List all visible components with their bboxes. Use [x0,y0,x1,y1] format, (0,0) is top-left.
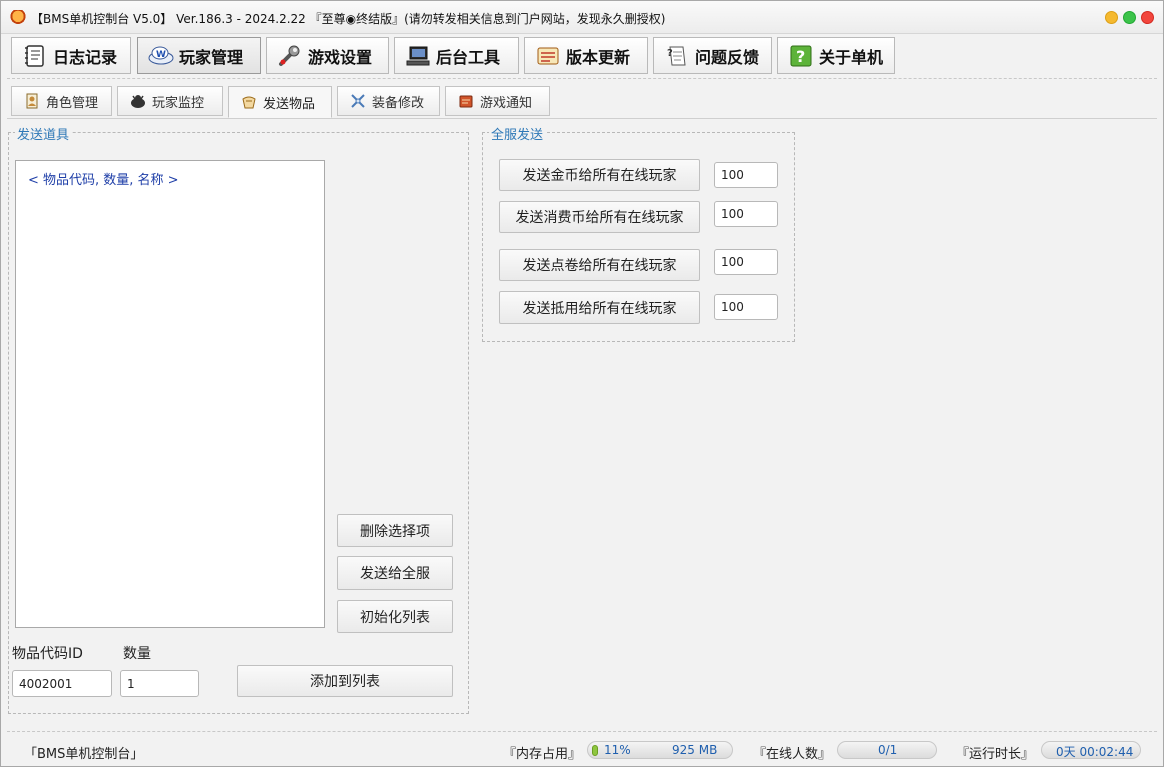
monitor-icon [131,95,145,108]
quantity-input[interactable] [120,670,199,697]
character-icon [26,93,38,109]
tab-player-management[interactable]: W 玩家管理 [137,37,261,74]
tab-backend-tools-label: 后台工具 [436,47,501,67]
subtab-player-monitor[interactable]: 玩家监控 [117,86,223,116]
online-count: 0/1 [878,743,898,757]
memory-gauge-icon [592,745,598,756]
svg-text:W: W [156,50,166,60]
send-to-server-button[interactable]: 发送给全服 [337,556,453,590]
svg-text:?: ? [667,48,673,59]
item-id-input[interactable] [12,670,112,697]
send-voucher-button[interactable]: 发送抵用给所有在线玩家 [499,291,700,324]
wrench-icon [279,45,300,66]
tab-version-update[interactable]: 版本更新 [524,37,648,74]
update-icon [537,47,559,64]
equipment-icon [351,94,365,108]
points-amount-input[interactable] [714,249,778,275]
tab-log[interactable]: 日志记录 [11,37,131,74]
subtab-player-monitor-label: 玩家监控 [152,95,205,111]
tab-game-settings-label: 游戏设置 [308,47,373,67]
minimize-button[interactable] [1105,11,1118,24]
send-gold-button[interactable]: 发送金币给所有在线玩家 [499,159,700,191]
subtab-character-management-label: 角色管理 [46,95,99,111]
svg-text:?: ? [796,47,805,66]
window-title: 【BMS单机控制台 V5.0】 Ver.186.3 - 2024.2.22 『至… [31,12,666,26]
feedback-icon: ? [667,46,686,65]
memory-label: 『内存占用』 [503,747,582,762]
gift-icon [242,96,256,109]
tab-about[interactable]: ? 关于单机 [777,37,895,74]
memory-usage-pill: 11% 925 MB [587,741,733,759]
quantity-label: 数量 [123,646,151,662]
tab-player-management-label: 玩家管理 [179,47,244,67]
main-tab-divider [7,78,1157,79]
subtab-character-management[interactable]: 角色管理 [11,86,112,116]
list-item[interactable]: < 物品代码, 数量, 名称 > [28,169,179,188]
title-bar: 【BMS单机控制台 V5.0】 Ver.186.3 - 2024.2.22 『至… [1,1,1163,34]
item-id-label: 物品代码ID [12,646,83,662]
subtab-send-items[interactable]: 发送物品 [228,86,332,118]
runtime-label: 『运行时长』 [956,747,1035,762]
subtab-game-notice[interactable]: 游戏通知 [445,86,550,116]
online-count-pill: 0/1 [837,741,937,759]
app-logo-icon [10,10,26,26]
runtime-value: 0天 00:02:44 [1056,745,1134,759]
notebook-icon [25,44,44,67]
memory-size: 925 MB [672,743,718,757]
tab-feedback-label: 问题反馈 [695,47,760,67]
memory-percent: 11% [604,743,631,757]
send-items-group-title: 发送道具 [15,124,72,143]
tab-version-update-label: 版本更新 [566,47,631,67]
status-app-name: 「BMS单机控制台」 [24,747,144,762]
consume-coin-amount-input[interactable] [714,201,778,227]
gold-amount-input[interactable] [714,162,778,188]
subtab-equipment-modify[interactable]: 装备修改 [337,86,440,116]
tab-feedback[interactable]: ? 问题反馈 [653,37,772,74]
subtab-send-items-label: 发送物品 [263,96,316,112]
subtab-equipment-modify-label: 装备修改 [372,95,425,111]
send-points-button[interactable]: 发送点卷给所有在线玩家 [499,249,700,281]
app-window: 【BMS单机控制台 V5.0】 Ver.186.3 - 2024.2.22 『至… [0,0,1164,767]
send-consume-coin-button[interactable]: 发送消费币给所有在线玩家 [499,201,700,233]
tab-game-settings[interactable]: 游戏设置 [266,37,389,74]
sub-tab-divider [7,118,1157,119]
help-icon: ? [790,45,812,66]
computer-icon [406,46,430,65]
online-label: 『在线人数』 [753,747,832,762]
init-list-button[interactable]: 初始化列表 [337,600,453,633]
notice-icon [459,95,473,108]
tab-log-label: 日志记录 [53,47,118,67]
maximize-button[interactable] [1123,11,1136,24]
player-icon: W [148,46,174,64]
tab-about-label: 关于单机 [819,47,884,67]
runtime-pill: 0天 00:02:44 [1041,741,1141,759]
add-to-list-button[interactable]: 添加到列表 [237,665,453,697]
close-button[interactable] [1141,11,1154,24]
voucher-amount-input[interactable] [714,294,778,320]
status-divider [7,731,1157,732]
tab-backend-tools[interactable]: 后台工具 [394,37,519,74]
subtab-game-notice-label: 游戏通知 [480,95,533,111]
server-send-group-title: 全服发送 [489,124,546,143]
item-list[interactable]: < 物品代码, 数量, 名称 > [15,160,325,628]
delete-selected-button[interactable]: 删除选择项 [337,514,453,547]
